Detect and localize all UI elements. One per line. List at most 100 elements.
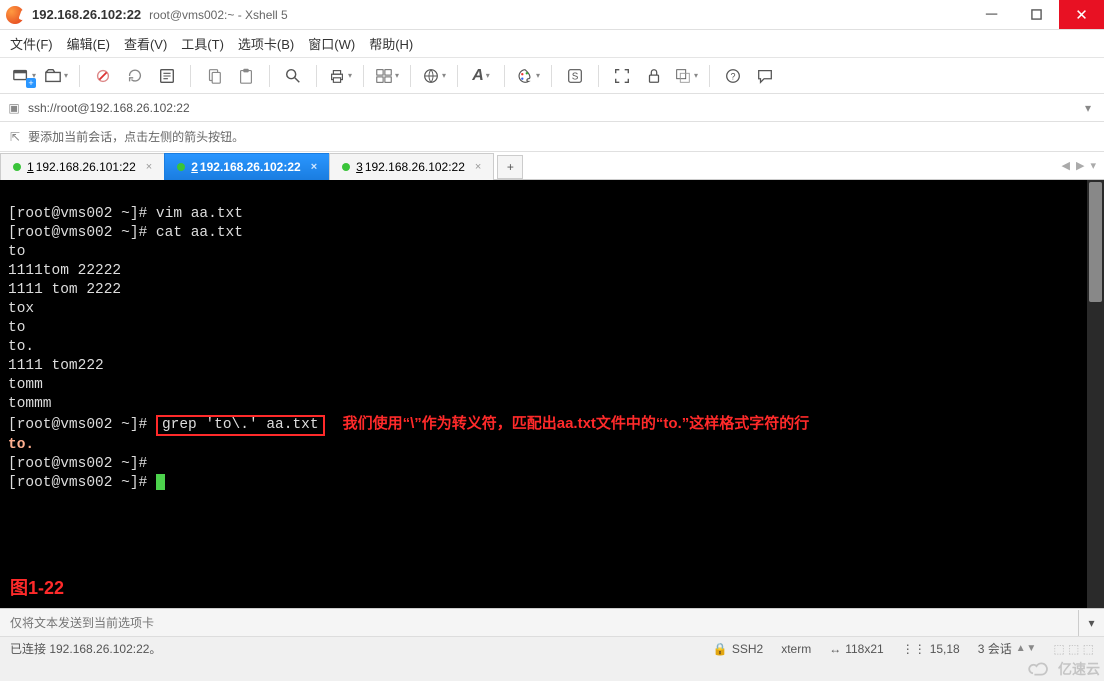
- script-button[interactable]: S: [561, 62, 589, 90]
- statusbar: 已连接 192.168.26.102:22。 🔒 SSH2 xterm ↔ 11…: [0, 636, 1104, 660]
- menu-window[interactable]: 窗口(W): [308, 34, 355, 53]
- send-mode-dropdown[interactable]: ▾: [1078, 610, 1104, 636]
- send-bar: ▾: [0, 608, 1104, 636]
- menu-edit[interactable]: 编辑(E): [67, 34, 110, 53]
- term-line: [root@vms002 ~]#: [8, 475, 156, 491]
- transparency-button[interactable]: ▾: [672, 62, 700, 90]
- chat-button[interactable]: [751, 62, 779, 90]
- menubar: 文件(F) 编辑(E) 查看(V) 工具(T) 选项卡(B) 窗口(W) 帮助(…: [0, 30, 1104, 58]
- session-tab-3[interactable]: 3 192.168.26.102:22 ×: [329, 153, 494, 180]
- hint-text: 要添加当前会话，点击左侧的箭头按钮。: [28, 128, 244, 145]
- menu-tools[interactable]: 工具(T): [181, 34, 224, 53]
- close-button[interactable]: ✕: [1059, 0, 1104, 29]
- session-add-icon[interactable]: ▣: [6, 101, 22, 115]
- status-dot-icon: [13, 163, 21, 171]
- app-icon: [6, 6, 24, 24]
- menu-file[interactable]: 文件(F): [10, 34, 53, 53]
- toolbar-separator: [457, 65, 458, 87]
- menu-help[interactable]: 帮助(H): [369, 34, 413, 53]
- address-dropdown-icon[interactable]: ▾: [1078, 101, 1098, 115]
- watermark: 亿速云: [1026, 659, 1100, 679]
- term-line: [root@vms002 ~]#: [8, 456, 147, 472]
- session-nav-icon[interactable]: ▲ ▼: [1016, 643, 1036, 654]
- term-line: [root@vms002 ~]# cat aa.txt: [8, 225, 243, 241]
- tab-close-icon[interactable]: ×: [146, 161, 152, 173]
- tab-label: 192.168.26.101:22: [36, 160, 136, 174]
- term-prompt: [root@vms002 ~]#: [8, 417, 156, 433]
- status-sessions: 3 会话 ▲ ▼: [978, 640, 1036, 657]
- paste-button[interactable]: [232, 62, 260, 90]
- send-input[interactable]: [0, 616, 1078, 630]
- toolbar-separator: [316, 65, 317, 87]
- term-line: [root@vms002 ~]# vim aa.txt: [8, 206, 243, 222]
- hint-bar: ⇱ 要添加当前会话，点击左侧的箭头按钮。: [0, 122, 1104, 152]
- status-dot-icon: [342, 163, 350, 171]
- tab-label: 192.168.26.102:22: [200, 160, 301, 174]
- toolbar-separator: [709, 65, 710, 87]
- titlebar: 192.168.26.102:22 root@vms002:~ - Xshell…: [0, 0, 1104, 30]
- reconnect-button[interactable]: [121, 62, 149, 90]
- session-tab-2[interactable]: 2 192.168.26.102:22 ×: [164, 153, 330, 180]
- tab-number: 3: [356, 160, 363, 174]
- title-sub: root@vms002:~ - Xshell 5: [149, 8, 288, 22]
- minimize-button[interactable]: ─: [969, 0, 1014, 29]
- properties-button[interactable]: [153, 62, 181, 90]
- font-button[interactable]: A ▾: [467, 62, 495, 90]
- new-session-button[interactable]: + ▾: [10, 62, 38, 90]
- term-line: to: [8, 320, 25, 336]
- svg-text:S: S: [572, 71, 579, 82]
- copy-button[interactable]: [200, 62, 228, 90]
- fullscreen-button[interactable]: [608, 62, 636, 90]
- tab-label: 192.168.26.102:22: [365, 160, 465, 174]
- cursor-icon: [156, 474, 165, 490]
- toolbar-separator: [363, 65, 364, 87]
- annotation-text: 我们使用“\”作为转义符，匹配出aa.txt文件中的“to.”这样格式字符的行: [343, 415, 810, 432]
- menu-tabs[interactable]: 选项卡(B): [238, 34, 294, 53]
- session-tab-1[interactable]: 1 192.168.26.101:22 ×: [0, 153, 165, 180]
- grep-result: to.: [8, 437, 34, 453]
- help-button[interactable]: ?: [719, 62, 747, 90]
- disconnect-button[interactable]: [89, 62, 117, 90]
- hint-icon: ⇱: [10, 130, 20, 144]
- layout-button[interactable]: ▾: [373, 62, 401, 90]
- open-session-button[interactable]: ▾: [42, 62, 70, 90]
- title-ip: 192.168.26.102:22: [32, 7, 141, 22]
- toolbar-separator: [551, 65, 552, 87]
- term-line: 1111 tom 2222: [8, 282, 121, 298]
- term-line: tomm: [8, 377, 43, 393]
- lock-button[interactable]: [640, 62, 668, 90]
- tab-number: 2: [191, 160, 198, 174]
- tab-close-icon[interactable]: ×: [311, 161, 317, 173]
- window-controls: ─ ✕: [969, 0, 1104, 29]
- scrollbar-thumb[interactable]: [1089, 182, 1102, 302]
- toolbar: + ▾ ▾ ▾ ▾ ▾ A ▾ ▾: [0, 58, 1104, 94]
- scrollbar[interactable]: [1087, 180, 1104, 608]
- tab-close-icon[interactable]: ×: [475, 161, 481, 173]
- address-input[interactable]: [28, 101, 1078, 115]
- tab-nav-arrows[interactable]: ◀ ▶ ▾: [1062, 159, 1096, 172]
- tab-next-icon[interactable]: ▶: [1076, 159, 1084, 172]
- toolbar-separator: [190, 65, 191, 87]
- color-scheme-button[interactable]: ▾: [514, 62, 542, 90]
- find-button[interactable]: [279, 62, 307, 90]
- term-line: to: [8, 244, 25, 260]
- cursor-pos-icon: ⋮⋮: [902, 642, 926, 656]
- highlighted-command: grep 'to\.' aa.txt: [156, 415, 325, 436]
- terminal[interactable]: [root@vms002 ~]# vim aa.txt [root@vms002…: [0, 180, 1104, 608]
- toolbar-separator: [598, 65, 599, 87]
- status-term-type: xterm: [781, 642, 811, 656]
- add-tab-button[interactable]: +: [497, 155, 523, 179]
- status-connection: 已连接 192.168.26.102:22。: [10, 640, 695, 657]
- status-dot-icon: [177, 163, 185, 171]
- lock-icon: 🔒: [713, 642, 728, 656]
- print-button[interactable]: ▾: [326, 62, 354, 90]
- svg-text:?: ?: [730, 71, 735, 81]
- tab-menu-icon[interactable]: ▾: [1090, 159, 1096, 172]
- maximize-button[interactable]: [1014, 0, 1059, 29]
- encoding-button[interactable]: ▾: [420, 62, 448, 90]
- resize-icon: ↔: [829, 642, 841, 656]
- status-size: ↔ 118x21: [829, 642, 883, 656]
- term-line: tox: [8, 301, 34, 317]
- menu-view[interactable]: 查看(V): [124, 34, 167, 53]
- tab-prev-icon[interactable]: ◀: [1062, 159, 1070, 172]
